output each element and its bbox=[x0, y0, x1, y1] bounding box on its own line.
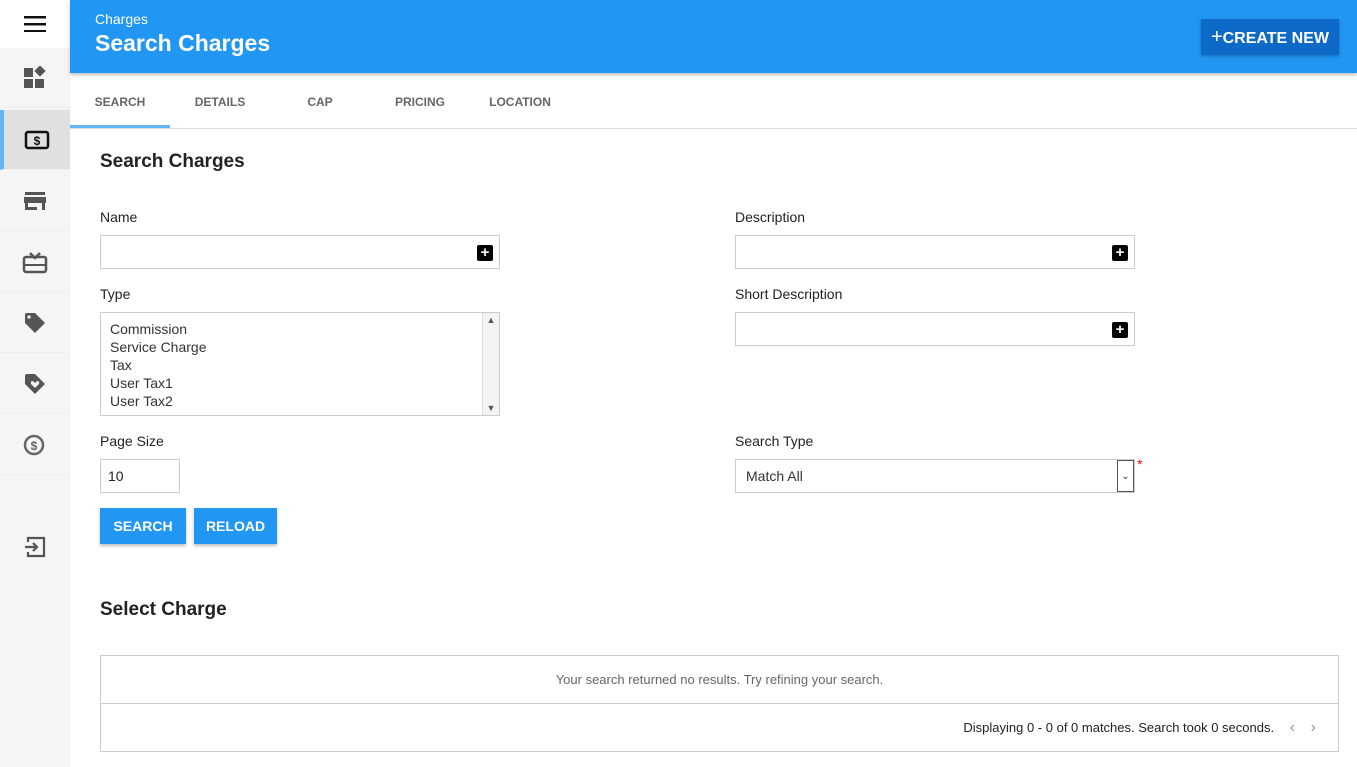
search-button[interactable]: SEARCH bbox=[100, 508, 186, 544]
type-label: Type bbox=[100, 286, 131, 302]
type-option[interactable]: User Tax2 bbox=[101, 392, 499, 410]
sidebar-item-gift-card[interactable] bbox=[0, 232, 70, 292]
pagination-footer: Displaying 0 - 0 of 0 matches. Search to… bbox=[101, 704, 1338, 751]
gift-card-icon bbox=[22, 251, 48, 273]
store-icon bbox=[24, 191, 46, 210]
sidebar-item-dashboard[interactable] bbox=[0, 48, 70, 108]
currency-exchange-icon: $ bbox=[23, 434, 45, 455]
search-type-label: Search Type bbox=[735, 433, 814, 449]
page-title: Search Charges bbox=[95, 30, 271, 56]
sidebar-item-tag[interactable] bbox=[0, 293, 70, 353]
page-header: Charges Search Charges +CREATE NEW bbox=[70, 0, 1357, 73]
sidebar: $ $ bbox=[0, 0, 70, 767]
chevron-left-icon[interactable]: ‹ bbox=[1290, 719, 1295, 736]
scroll-up-icon[interactable]: ▲ bbox=[483, 315, 499, 325]
sidebar-item-currency-exchange[interactable]: $ bbox=[0, 415, 70, 475]
create-new-button[interactable]: +CREATE NEW bbox=[1200, 19, 1339, 55]
chevron-right-icon[interactable]: › bbox=[1311, 719, 1316, 736]
page-size-label: Page Size bbox=[100, 433, 164, 449]
short-description-input[interactable]: + bbox=[735, 312, 1135, 346]
menu-icon bbox=[24, 16, 46, 32]
tag-icon bbox=[25, 312, 45, 333]
tab-search[interactable]: SEARCH bbox=[70, 76, 170, 128]
empty-message: Your search returned no results. Try ref… bbox=[101, 656, 1338, 704]
name-input[interactable]: + bbox=[100, 235, 500, 269]
description-input[interactable]: + bbox=[735, 235, 1135, 269]
scroll-down-icon[interactable]: ▼ bbox=[483, 403, 499, 413]
plus-icon: + bbox=[1210, 25, 1223, 48]
dashboard-icon bbox=[24, 65, 46, 88]
description-label: Description bbox=[735, 209, 806, 225]
plus-icon[interactable]: + bbox=[477, 245, 493, 261]
sidebar-item-store[interactable] bbox=[0, 171, 70, 231]
logout-button[interactable] bbox=[0, 517, 70, 577]
plus-icon[interactable]: + bbox=[1112, 245, 1128, 261]
svg-text:$: $ bbox=[31, 439, 38, 453]
scrollbar[interactable]: ▲ ▼ bbox=[482, 313, 499, 415]
breadcrumb: Charges bbox=[95, 11, 148, 27]
name-label: Name bbox=[100, 209, 138, 225]
svg-text:$: $ bbox=[34, 134, 41, 148]
results-title: Select Charge bbox=[100, 599, 227, 620]
required-mark: * bbox=[1137, 456, 1143, 472]
type-option[interactable]: Commission bbox=[101, 320, 499, 338]
type-option[interactable]: User Tax1 bbox=[101, 374, 499, 392]
dollar-icon: $ bbox=[24, 130, 50, 149]
tab-cap[interactable]: CAP bbox=[270, 76, 370, 128]
type-listbox[interactable]: Commission Service Charge Tax User Tax1 … bbox=[100, 312, 500, 416]
tag-heart-icon bbox=[25, 373, 45, 394]
logout-icon bbox=[25, 536, 46, 558]
type-option[interactable]: Service Charge bbox=[101, 338, 499, 356]
results-table: Your search returned no results. Try ref… bbox=[100, 655, 1339, 752]
short-description-label: Short Description bbox=[735, 286, 843, 302]
tab-location[interactable]: LOCATION bbox=[470, 76, 570, 128]
tab-pricing[interactable]: PRICING bbox=[370, 76, 470, 128]
sidebar-item-charges[interactable]: $ bbox=[0, 110, 70, 170]
section-title: Search Charges bbox=[100, 151, 245, 172]
page-size-input[interactable]: 10 bbox=[100, 459, 180, 493]
tab-bar: SEARCH DETAILS CAP PRICING LOCATION bbox=[70, 76, 1357, 129]
pagination-status: Displaying 0 - 0 of 0 matches. Search to… bbox=[963, 720, 1275, 735]
menu-button[interactable] bbox=[0, 0, 70, 48]
plus-icon[interactable]: + bbox=[1112, 322, 1128, 338]
tab-details[interactable]: DETAILS bbox=[170, 76, 270, 128]
chevron-down-icon[interactable]: ⌄ bbox=[1117, 460, 1134, 492]
sidebar-item-tag-heart[interactable] bbox=[0, 354, 70, 414]
type-option[interactable]: Tax bbox=[101, 356, 499, 374]
search-type-select[interactable]: Match All ⌄ bbox=[735, 459, 1135, 493]
reload-button[interactable]: RELOAD bbox=[194, 508, 277, 544]
